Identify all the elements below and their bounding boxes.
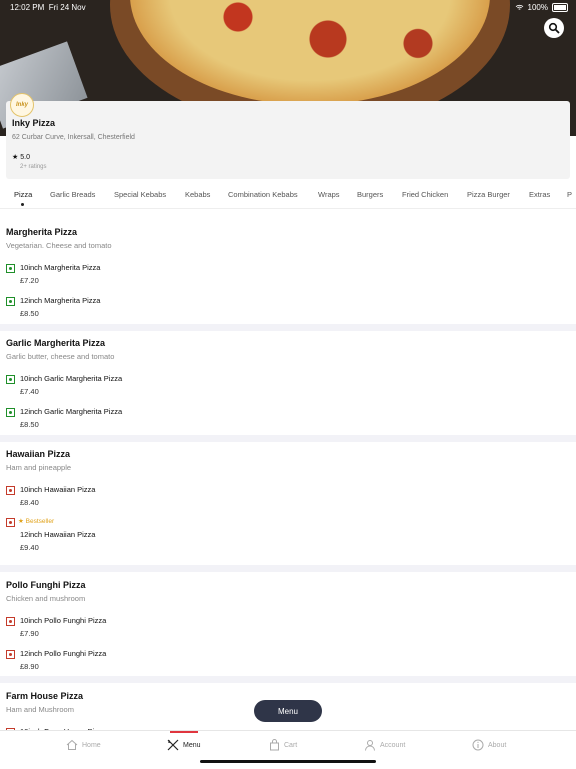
- battery-icon: [552, 3, 568, 12]
- section-title: Margherita Pizza: [6, 227, 78, 237]
- item-name: 12inch Pollo Funghi Pizza: [20, 649, 107, 658]
- section-description: Chicken and mushroom: [6, 594, 86, 603]
- tab-special-kebabs[interactable]: Special Kebabs: [114, 190, 166, 199]
- tab-combination-kebabs[interactable]: Combination Kebabs: [228, 190, 298, 199]
- battery-percent: 100%: [527, 3, 548, 12]
- nav-account[interactable]: Account: [364, 739, 405, 751]
- nav-menu-label: Menu: [183, 741, 201, 749]
- search-icon: [548, 22, 560, 34]
- search-button[interactable]: [544, 18, 564, 38]
- item-price: £8.40: [20, 498, 39, 507]
- veg-icon: [6, 408, 15, 417]
- section-description: Ham and pineapple: [6, 463, 72, 472]
- section-title: Garlic Margherita Pizza: [6, 338, 106, 348]
- item-name: 12inch Hawaiian Pizza: [20, 530, 96, 539]
- user-icon: [365, 740, 375, 751]
- item-name: 12inch Garlic Margherita Pizza: [20, 407, 123, 416]
- rating-count: 2+ ratings: [20, 164, 47, 170]
- nonveg-icon: [6, 617, 15, 626]
- nav-home-label: Home: [82, 741, 101, 749]
- restaurant-address: 62 Curbar Curve, Inkersall, Chesterfield: [12, 134, 135, 141]
- tab-kebabs[interactable]: Kebabs: [185, 190, 210, 199]
- item-price: £7.20: [20, 276, 39, 285]
- bestseller-label: Bestseller: [25, 518, 55, 525]
- status-right: 100%: [515, 3, 568, 12]
- nav-cart[interactable]: Cart: [269, 739, 297, 751]
- item-name: 12inch Margherita Pizza: [20, 296, 101, 305]
- section-title: Farm House Pizza: [6, 691, 84, 701]
- active-tab-indicator: [170, 731, 198, 733]
- status-time-text: 12:02 PM: [10, 3, 45, 12]
- wifi-icon: [515, 4, 523, 10]
- nav-menu[interactable]: Menu: [167, 739, 201, 751]
- bag-icon: [270, 739, 279, 751]
- status-date: Fri 24 Nov: [48, 3, 86, 12]
- section-divider: [0, 324, 576, 331]
- nav-cart-label: Cart: [284, 741, 298, 749]
- veg-icon: [6, 375, 15, 384]
- tab-more[interactable]: P: [567, 190, 572, 199]
- item-price: £7.40: [20, 387, 39, 396]
- nav-about-label: About: [488, 741, 507, 749]
- restaurant-logo: Inky: [10, 93, 34, 117]
- item-name: 10inch Garlic Margherita Pizza: [20, 374, 123, 383]
- status-time: 12:02 PM Fri 24 Nov: [10, 3, 86, 12]
- section-title: Pollo Funghi Pizza: [6, 580, 86, 590]
- item-price: £7.90: [20, 629, 39, 638]
- tab-wraps[interactable]: Wraps: [318, 190, 340, 199]
- section-description: Ham and Mushroom: [6, 705, 74, 714]
- home-icon: [66, 739, 78, 750]
- restaurant-name: Inky Pizza: [12, 118, 56, 128]
- tab-pizza[interactable]: Pizza: [14, 190, 32, 206]
- veg-icon: [6, 264, 15, 273]
- logo-text: Inky: [15, 102, 28, 108]
- section-divider: [0, 676, 576, 683]
- nav-account-label: Account: [380, 741, 406, 749]
- section-title: Hawaiian Pizza: [6, 449, 71, 459]
- section-description: Garlic butter, cheese and tomato: [6, 352, 115, 361]
- item-price: £9.40: [20, 543, 39, 552]
- nonveg-icon: [6, 650, 15, 659]
- bestseller-badge: ★ Bestseller: [18, 518, 55, 525]
- section-description: Vegetarian. Cheese and tomato: [6, 241, 112, 250]
- nav-about[interactable]: About: [472, 739, 506, 751]
- info-icon: [472, 739, 484, 751]
- item-price: £8.90: [20, 662, 39, 671]
- tab-extras[interactable]: Extras: [529, 190, 550, 199]
- nonveg-icon: [6, 518, 15, 527]
- tab-burgers[interactable]: Burgers: [357, 190, 383, 199]
- rating-value: 5.0: [20, 153, 31, 161]
- rating: ★ 5.0: [12, 153, 31, 162]
- category-tabs: Pizza Garlic Breads Special Kebabs Kebab…: [0, 186, 576, 209]
- item-price: £8.50: [20, 309, 39, 318]
- home-indicator[interactable]: [200, 760, 376, 763]
- item-name: 10inch Hawaiian Pizza: [20, 485, 96, 494]
- bottom-nav: Home Menu Cart Account About: [0, 730, 576, 769]
- status-bar: 12:02 PM Fri 24 Nov 100%: [0, 0, 576, 14]
- item-name: 10inch Margherita Pizza: [20, 263, 101, 272]
- restaurant-card: Inky Inky Pizza 62 Curbar Curve, Inkersa…: [6, 93, 570, 179]
- tab-garlic-breads[interactable]: Garlic Breads: [50, 190, 95, 199]
- menu-fab-button[interactable]: Menu: [254, 700, 322, 722]
- veg-icon: [6, 297, 15, 306]
- nonveg-icon: [6, 486, 15, 495]
- star-icon: ★: [12, 154, 19, 161]
- section-divider: [0, 565, 576, 572]
- item-name: 10inch Pollo Funghi Pizza: [20, 616, 107, 625]
- nav-home[interactable]: Home: [66, 739, 101, 751]
- tab-pizza-burger[interactable]: Pizza Burger: [467, 190, 510, 199]
- item-price: £8.50: [20, 420, 39, 429]
- section-divider: [0, 435, 576, 442]
- tab-fried-chicken[interactable]: Fried Chicken: [402, 190, 448, 199]
- fork-knife-icon: [167, 739, 179, 751]
